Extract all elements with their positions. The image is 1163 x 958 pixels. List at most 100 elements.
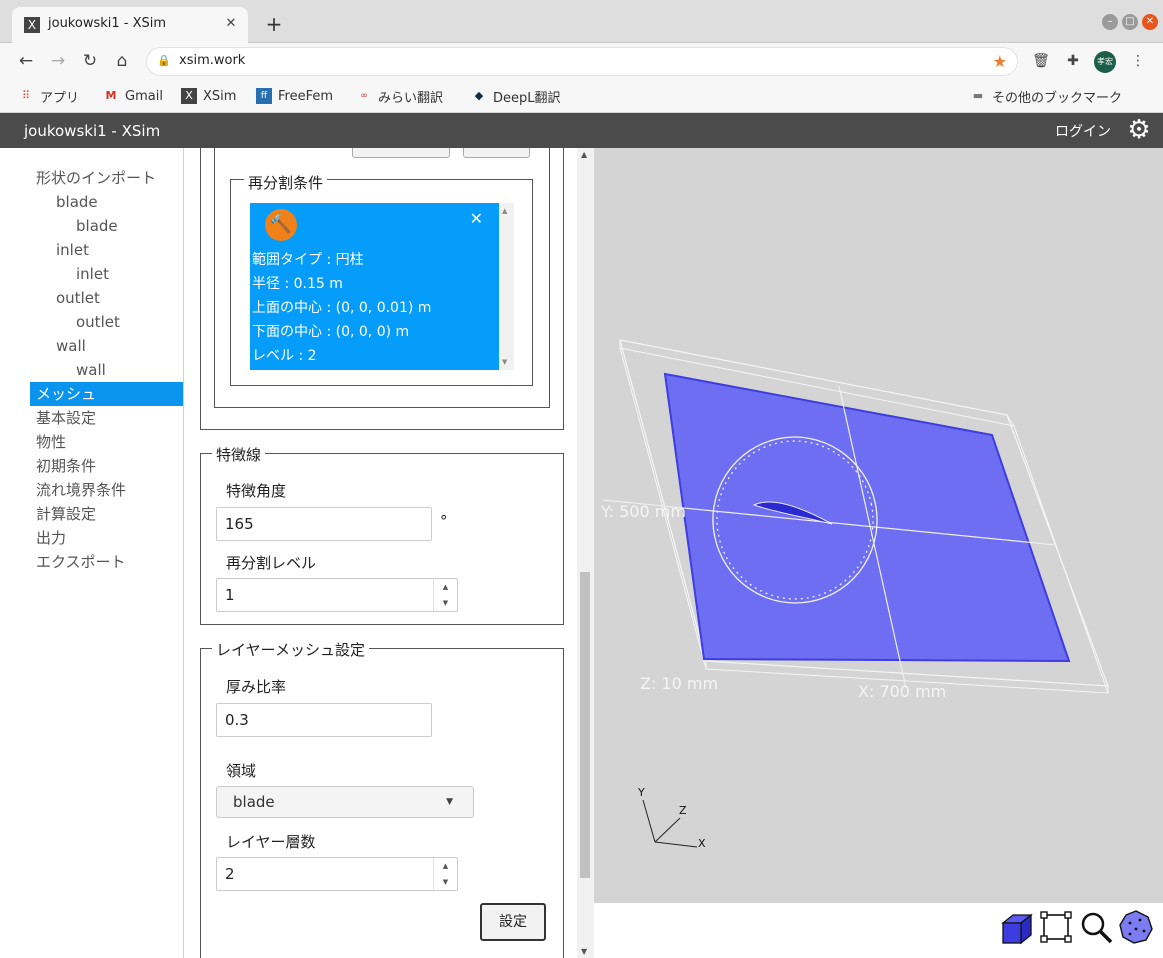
set-button[interactable]: 設定 bbox=[480, 903, 546, 941]
reload-icon[interactable]: ↻ bbox=[78, 49, 102, 73]
deepl-icon: ◆ bbox=[474, 89, 484, 102]
gear-icon[interactable]: ⚙ bbox=[1123, 114, 1155, 146]
feature-legend: 特徴線 bbox=[212, 444, 266, 465]
bookmark-gmail[interactable]: M Gmail bbox=[103, 86, 163, 106]
tree-item[interactable]: 初期条件 bbox=[36, 454, 96, 478]
freefem-icon: ff bbox=[256, 88, 272, 104]
tree-item[interactable]: blade bbox=[56, 190, 98, 214]
bookmark-xsim[interactable]: X XSim bbox=[181, 86, 236, 106]
z-dimension-label: Z: 10 mm bbox=[640, 674, 718, 693]
info-line: 範囲タイプ : 円柱 bbox=[252, 252, 364, 268]
trash-extension-icon[interactable]: 🗑 bbox=[1031, 51, 1051, 71]
info-line: 下面の中心 : (0, 0, 0) m bbox=[252, 324, 410, 340]
address-bar[interactable]: 🔒 xsim.work ★ bbox=[146, 47, 1018, 76]
other-bookmarks[interactable]: ▬ その他のブックマーク bbox=[970, 86, 1122, 106]
refine-legend: 再分割条件 bbox=[244, 172, 328, 193]
axis-y-label: Y bbox=[637, 786, 645, 799]
window-close-icon[interactable]: ✕ bbox=[1142, 14, 1158, 30]
mirai-icon: ∞ bbox=[360, 91, 368, 101]
tree-item[interactable]: 計算設定 bbox=[36, 502, 96, 526]
layer-count-stepper[interactable]: 2 ▲ ▼ bbox=[216, 857, 458, 891]
lock-icon: 🔒 bbox=[157, 54, 171, 67]
spin-up-icon[interactable]: ▲ bbox=[434, 579, 457, 595]
settings-tree: 形状のインポート blade blade inlet inlet outlet outlet… bbox=[0, 148, 184, 958]
model-view[interactable]: Y: 500 mm Z: 10 mm X: 700 mm X Y Z bbox=[594, 148, 1163, 903]
tree-item[interactable]: outlet bbox=[56, 286, 100, 310]
folder-icon: ▬ bbox=[972, 89, 984, 102]
refine-edit-button[interactable] bbox=[352, 148, 450, 158]
chevron-down-icon: ▼ bbox=[446, 797, 453, 807]
region-select[interactable]: blade ▼ bbox=[216, 786, 474, 818]
tree-item[interactable]: エクスポート bbox=[36, 550, 126, 574]
bookmark-freefem[interactable]: ff FreeFem bbox=[256, 86, 333, 106]
spin-down-icon[interactable]: ▼ bbox=[434, 595, 457, 611]
refine-condition-card[interactable]: 🔨 ✕ 範囲タイプ : 円柱 半径 : 0.15 m 上面の中心 : (0, 0… bbox=[250, 203, 499, 370]
app-title: joukowski1 - XSim bbox=[24, 122, 161, 140]
scroll-up-icon[interactable]: ▲ bbox=[581, 150, 587, 159]
tab-title: joukowski1 - XSim bbox=[48, 16, 167, 31]
maximize-icon[interactable]: □ bbox=[1122, 14, 1138, 30]
tree-item[interactable]: メッシュ bbox=[30, 382, 183, 406]
home-icon[interactable]: ⌂ bbox=[110, 49, 134, 73]
refine-level-label: 再分割レベル bbox=[226, 554, 317, 572]
tree-item[interactable]: blade bbox=[76, 214, 118, 238]
refine-level-value: 1 bbox=[225, 586, 235, 604]
refine-level-stepper[interactable]: 1 ▲ ▼ bbox=[216, 578, 458, 612]
extensions-icon[interactable]: ✚ bbox=[1063, 51, 1083, 71]
forward-icon[interactable]: → bbox=[46, 49, 70, 73]
axis-x-line bbox=[654, 841, 698, 848]
axis-x-label: X bbox=[698, 837, 706, 850]
profile-avatar[interactable]: 孝宏 bbox=[1094, 51, 1116, 73]
bookmark-deepl[interactable]: ◆ DeepL翻訳 bbox=[471, 86, 561, 106]
layer-legend: レイヤーメッシュ設定 bbox=[212, 639, 369, 660]
tree-item[interactable]: wall bbox=[76, 358, 106, 382]
refine-delete-button[interactable] bbox=[463, 148, 530, 158]
minimize-icon[interactable]: – bbox=[1102, 14, 1118, 30]
bookmark-mirai[interactable]: ∞ みらい翻訳 bbox=[356, 86, 443, 106]
scroll-up-icon[interactable]: ▲ bbox=[502, 207, 507, 215]
zoom-icon[interactable] bbox=[1078, 909, 1114, 945]
login-link[interactable]: ログイン bbox=[1055, 121, 1111, 141]
spin-down-icon[interactable]: ▼ bbox=[434, 874, 457, 890]
card-list-scrollbar[interactable]: ▲ ▼ bbox=[499, 203, 514, 370]
tree-item[interactable]: 形状のインポート bbox=[36, 166, 156, 190]
scroll-down-icon[interactable]: ▼ bbox=[581, 947, 587, 956]
layer-count-label: レイヤー層数 bbox=[226, 833, 316, 851]
layer-ratio-input[interactable]: 0.3 bbox=[216, 703, 432, 737]
tree-item[interactable]: 流れ境界条件 bbox=[36, 478, 126, 502]
tab-close-icon[interactable]: ✕ bbox=[222, 15, 240, 33]
bookmark-star-icon[interactable]: ★ bbox=[993, 52, 1007, 71]
fit-view-icon[interactable] bbox=[1038, 909, 1074, 945]
browser-menu-icon[interactable]: ⋮ bbox=[1128, 51, 1148, 71]
3d-viewport[interactable]: Y: 500 mm Z: 10 mm X: 700 mm X Y Z bbox=[594, 148, 1163, 903]
back-icon[interactable]: ← bbox=[14, 49, 38, 73]
gmail-icon: M bbox=[105, 89, 117, 102]
region-label: 領域 bbox=[226, 762, 257, 780]
refine-level-spin[interactable]: ▲ ▼ bbox=[433, 579, 457, 611]
tree-item[interactable]: 出力 bbox=[36, 526, 66, 550]
layer-count-spin[interactable]: ▲ ▼ bbox=[433, 858, 457, 890]
scroll-down-icon[interactable]: ▼ bbox=[502, 358, 507, 366]
feature-angle-input[interactable]: 165 bbox=[216, 507, 432, 541]
panel-scrollbar[interactable]: ▲ ▼ bbox=[577, 148, 594, 958]
3d-view-cube-icon[interactable] bbox=[999, 909, 1035, 945]
bookmark-apps[interactable]: ⠿ アプリ bbox=[18, 86, 79, 106]
tree-item[interactable]: inlet bbox=[76, 262, 109, 286]
y-dimension-label: Y: 500 mm bbox=[600, 502, 686, 521]
tree-item[interactable]: wall bbox=[56, 334, 86, 358]
new-tab-icon[interactable]: + bbox=[262, 12, 286, 36]
browser-tab[interactable]: X joukowski1 - XSim ✕ bbox=[12, 7, 248, 43]
scrollbar-thumb[interactable] bbox=[580, 572, 590, 878]
feature-angle-label: 特徴角度 bbox=[226, 482, 287, 500]
tree-item[interactable]: 物性 bbox=[36, 430, 66, 454]
info-line: 半径 : 0.15 m bbox=[252, 276, 343, 292]
region-value: blade bbox=[233, 793, 275, 811]
spin-up-icon[interactable]: ▲ bbox=[434, 858, 457, 874]
tree-item[interactable]: inlet bbox=[56, 238, 89, 262]
card-close-icon[interactable]: ✕ bbox=[470, 209, 483, 228]
bookmarks-bar: ⠿ アプリ M Gmail X XSim ff FreeFem ∞ みらい翻訳 … bbox=[0, 80, 1163, 113]
mesh-sphere-icon[interactable] bbox=[1118, 909, 1154, 945]
tree-item[interactable]: outlet bbox=[76, 310, 120, 334]
tree-item[interactable]: 基本設定 bbox=[36, 406, 96, 430]
x-dimension-label: X: 700 mm bbox=[858, 682, 946, 701]
